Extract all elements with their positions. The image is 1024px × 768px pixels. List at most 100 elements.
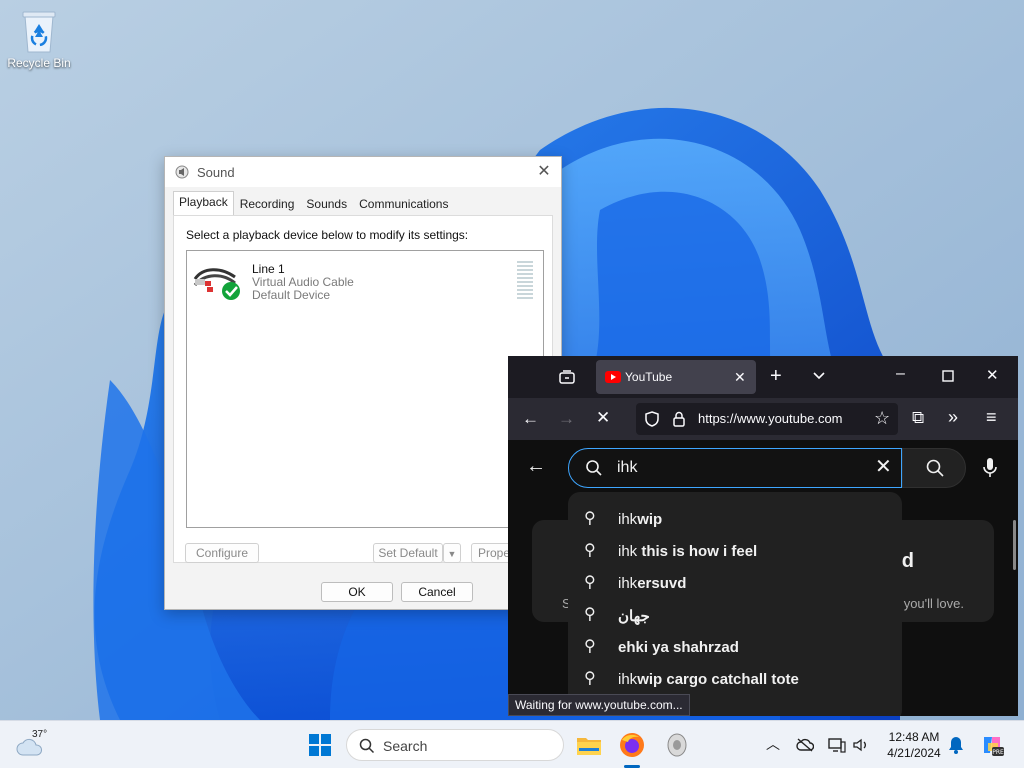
taskbar-search-label: Search: [383, 738, 428, 754]
suggestion-item[interactable]: ⚲ ihk this is how i feel: [568, 536, 902, 568]
shield-icon: [645, 411, 659, 427]
suggestion-prefix: ihk: [618, 511, 638, 528]
list-tabs-chevron-icon[interactable]: [812, 370, 826, 382]
taskbar-clock[interactable]: 12:48 AM 4/21/2024: [876, 729, 952, 761]
suggestion-rest: ersuvd: [637, 575, 687, 592]
maximize-icon[interactable]: [942, 370, 954, 382]
windows-start-icon[interactable]: [308, 733, 332, 757]
cancel-button[interactable]: Cancel: [401, 582, 473, 602]
search-icon: ⚲: [584, 510, 596, 527]
browser-tabbar: YouTube ✕ + – ✕: [508, 356, 1018, 398]
recycle-bin-icon: [22, 11, 56, 53]
tab-sounds[interactable]: Sounds: [300, 193, 353, 215]
window-close-icon[interactable]: ✕: [986, 368, 999, 384]
suggestion-rest: this is how i feel: [637, 543, 758, 560]
taskbar-search[interactable]: Search: [346, 729, 564, 761]
configure-button[interactable]: Configure: [185, 543, 259, 563]
sound-tabs: Playback Recording Sounds Communications: [173, 191, 454, 215]
playback-device-list[interactable]: Line 1 Virtual Audio Cable Default Devic…: [186, 250, 544, 528]
yt-card-title: d: [901, 550, 914, 572]
youtube-icon: [605, 371, 621, 383]
sound-dialog: Sound ✕ Playback Recording Sounds Commun…: [164, 156, 562, 610]
forward-icon[interactable]: →: [558, 410, 575, 427]
search-icon: [926, 459, 944, 477]
chevron-down-icon: ▼: [447, 549, 457, 559]
notification-bell-icon[interactable]: [948, 736, 964, 754]
search-icon: ⚲: [584, 574, 596, 591]
clock-time: 12:48 AM: [888, 730, 940, 744]
weather-temp: 37°: [32, 729, 48, 740]
search-icon: [359, 738, 375, 754]
speaker-app-icon[interactable]: [666, 733, 688, 757]
menu-icon[interactable]: ≡: [986, 408, 997, 426]
set-default-button[interactable]: Set Default: [373, 543, 443, 563]
browser-toolbar: ← → ✕ https://www.youtube.com ☆ ⧉ » ≡: [508, 398, 1018, 440]
back-icon[interactable]: ←: [522, 410, 539, 427]
yt-card-sub-right: you'll love.: [903, 596, 964, 611]
suggestion-item[interactable]: ⚲ ihkwip cargo catchall tote: [568, 664, 902, 696]
firefox-icon[interactable]: [619, 732, 645, 758]
status-bar: Waiting for www.youtube.com...: [508, 694, 690, 716]
tab-communications[interactable]: Communications: [353, 193, 454, 215]
suggestion-prefix: ihk: [618, 671, 638, 688]
search-icon: [586, 460, 602, 476]
yt-back-icon[interactable]: ←: [526, 456, 546, 476]
search-icon: ⚲: [584, 606, 596, 623]
cloud-offline-icon[interactable]: [796, 738, 814, 752]
suggestion-prefix: ihk: [618, 575, 638, 592]
playback-panel: Select a playback device below to modify…: [173, 215, 553, 563]
firefox-window: YouTube ✕ + – ✕ ← → ✕ https://www.youtub…: [508, 356, 1018, 716]
tab-youtube[interactable]: YouTube ✕: [596, 360, 756, 394]
speaker-icon: [175, 165, 189, 179]
tab-title: YouTube: [625, 370, 673, 384]
playback-instruction: Select a playback device below to modify…: [186, 228, 469, 242]
desktop-recycle-bin[interactable]: Recycle Bin: [4, 8, 74, 70]
chevron-up-icon[interactable]: ︿: [766, 734, 780, 754]
yt-search-input[interactable]: ihk ✕: [568, 448, 902, 488]
bookmark-star-icon[interactable]: ☆: [874, 409, 890, 427]
suggestion-item[interactable]: ⚲ ihkersuvd: [568, 568, 902, 600]
device-name: Line 1: [252, 262, 285, 276]
set-default-dropdown[interactable]: ▼: [443, 543, 461, 563]
copilot-icon[interactable]: PRE: [980, 733, 1004, 757]
device-item-line-1[interactable]: Line 1 Virtual Audio Cable Default Devic…: [191, 257, 541, 303]
lock-icon: [673, 411, 685, 427]
url-text: https://www.youtube.com: [698, 411, 843, 426]
sound-title: Sound: [197, 164, 235, 180]
file-explorer-icon[interactable]: [576, 734, 602, 756]
yt-search-button[interactable]: [902, 448, 966, 488]
network-icon[interactable]: [828, 737, 846, 753]
minimize-icon[interactable]: –: [896, 366, 905, 382]
clear-search-icon[interactable]: ✕: [875, 457, 892, 477]
sound-titlebar[interactable]: Sound: [165, 157, 561, 187]
url-bar[interactable]: https://www.youtube.com: [636, 403, 898, 435]
close-tab-icon[interactable]: ✕: [734, 369, 746, 385]
ok-button[interactable]: OK: [321, 582, 393, 602]
microphone-icon[interactable]: [982, 457, 998, 479]
taskbar: 37° Search ︿ 12:48 AM 4/21/2024 PRE: [0, 720, 1024, 768]
close-icon[interactable]: ✕: [535, 163, 553, 181]
search-icon: ⚲: [584, 542, 596, 559]
clock-date: 4/21/2024: [887, 746, 941, 760]
youtube-page: ← d S you'll love. ihk ✕ ⚲ ihkwip ⚲ ihk …: [508, 440, 1018, 716]
volume-icon[interactable]: [852, 737, 870, 753]
yt-suggestions-dropdown: ⚲ ihkwip ⚲ ihk this is how i feel ⚲ ihke…: [568, 492, 902, 716]
page-scrollbar[interactable]: [1013, 520, 1016, 570]
more-tools-icon[interactable]: »: [948, 408, 958, 426]
audio-cable-icon: [193, 268, 240, 300]
yt-search-value: ihk: [617, 459, 638, 476]
tab-playback[interactable]: Playback: [173, 191, 234, 215]
svg-text:PRE: PRE: [992, 749, 1004, 756]
tab-recording[interactable]: Recording: [234, 193, 301, 215]
search-icon: ⚲: [584, 638, 596, 655]
suggestion-rest: wip cargo catchall tote: [637, 671, 799, 688]
extensions-icon[interactable]: ⧉: [912, 409, 924, 426]
new-tab-icon[interactable]: +: [770, 366, 782, 386]
suggestion-item[interactable]: ⚲ ihkwip: [568, 504, 902, 536]
volume-level-meter: [517, 261, 533, 301]
stop-loading-icon[interactable]: ✕: [596, 409, 610, 426]
tab-overview-icon[interactable]: [558, 369, 576, 385]
weather-widget[interactable]: 37°: [16, 729, 76, 761]
suggestion-item[interactable]: ⚲ ehki ya shahrzad: [568, 632, 902, 664]
suggestion-item[interactable]: ⚲ جهان: [568, 600, 902, 632]
